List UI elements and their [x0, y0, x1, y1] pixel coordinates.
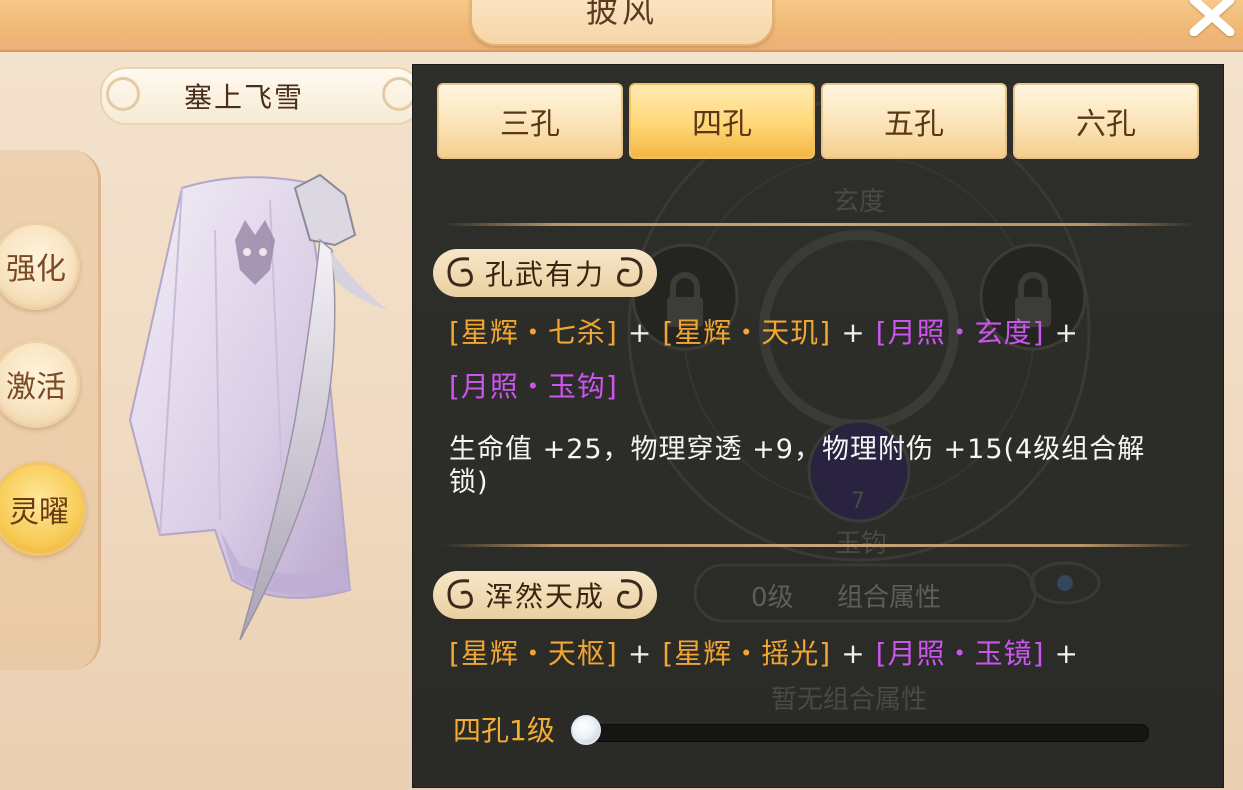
title-plate: 披风: [470, 0, 774, 46]
cloak-preview[interactable]: [120, 170, 410, 650]
scroll-curl-icon: [447, 579, 473, 609]
plus-sign: +: [841, 637, 866, 670]
scroll-ornament-icon: [382, 77, 416, 111]
item-name: 塞上飞雪: [183, 81, 304, 114]
plus-sign: +: [627, 637, 653, 670]
gem-name: [星辉・摇光]: [662, 637, 832, 670]
tab-five-socket[interactable]: 五孔: [821, 83, 1007, 159]
close-icon: [1189, 0, 1235, 36]
gem-name: [星辉・天玑]: [662, 316, 832, 349]
tab-four-socket[interactable]: 四孔: [629, 83, 815, 159]
tab-label: 五孔: [884, 107, 944, 142]
gem-name: [月照・玉镜]: [875, 637, 1045, 670]
gem-name: [月照・玄度]: [875, 316, 1045, 349]
combo-gems-line: [星辉・天枢] + [星辉・摇光] + [月照・玉镜] +: [449, 627, 1189, 681]
bg-level-text: 0级: [751, 583, 794, 613]
window-title: 披风: [585, 0, 658, 30]
cloak-image: [128, 173, 388, 641]
plus-sign: +: [1054, 316, 1079, 349]
plus-sign: +: [1054, 637, 1079, 670]
bg-combo-attr: 组合属性: [837, 583, 942, 613]
scroll-curl-icon: [617, 579, 643, 609]
tab-label: 四孔: [692, 107, 752, 142]
level-slider-knob[interactable]: [571, 715, 601, 745]
combo-effect-text: 生命值 +25，物理穿透 +9，物理附伤 +15(4级组合解锁): [449, 434, 1146, 498]
side-item-label: 灵曜: [9, 495, 69, 530]
plus-sign: +: [627, 316, 653, 349]
bg-no-combo: 暂无组合属性: [771, 685, 928, 715]
scroll-ornament-icon: [106, 77, 140, 111]
combo-title: 孔武有力: [484, 258, 605, 291]
gem-name: [星辉・天枢]: [449, 637, 618, 670]
socket-tabs: 三孔 四孔 五孔 六孔: [437, 83, 1205, 161]
gem-name: [星辉・七杀]: [449, 316, 618, 349]
level-slider-track[interactable]: [585, 724, 1149, 742]
plus-sign: +: [841, 316, 866, 349]
tab-label: 三孔: [500, 107, 560, 142]
tab-six-socket[interactable]: 六孔: [1013, 83, 1199, 159]
combo-gems-line: [月照・玉钩]: [449, 360, 1189, 414]
close-button[interactable]: [1182, 0, 1242, 40]
level-slider-label: 四孔1级: [453, 714, 555, 747]
bg-slot-label: 玄度: [833, 187, 886, 217]
section-divider: [443, 223, 1195, 226]
tab-three-socket[interactable]: 三孔: [437, 83, 623, 159]
combo-gems-line: [星辉・七杀] + [星辉・天玑] + [月照・玄度] +: [449, 306, 1189, 360]
combo-section-title: 孔武有力: [433, 249, 657, 297]
tab-label: 六孔: [1076, 107, 1136, 142]
combo-title: 浑然天成: [484, 580, 605, 613]
gem-name: [月照・玉钩]: [449, 370, 618, 403]
item-name-plate: 塞上飞雪: [100, 67, 422, 125]
socket-panel: 玄度 7 玉钩 0级 组合属性 暂无组合属性 三孔 四孔 五孔 六孔 孔武有力 …: [412, 64, 1224, 788]
side-item-label: 强化: [6, 252, 66, 287]
scroll-curl-icon: [617, 257, 643, 287]
bg-slot-label: 玉钩: [835, 529, 888, 559]
scroll-curl-icon: [447, 257, 473, 287]
combo-section-title: 浑然天成: [433, 571, 657, 619]
side-item-label: 激活: [6, 370, 66, 405]
section-divider: [443, 544, 1195, 547]
